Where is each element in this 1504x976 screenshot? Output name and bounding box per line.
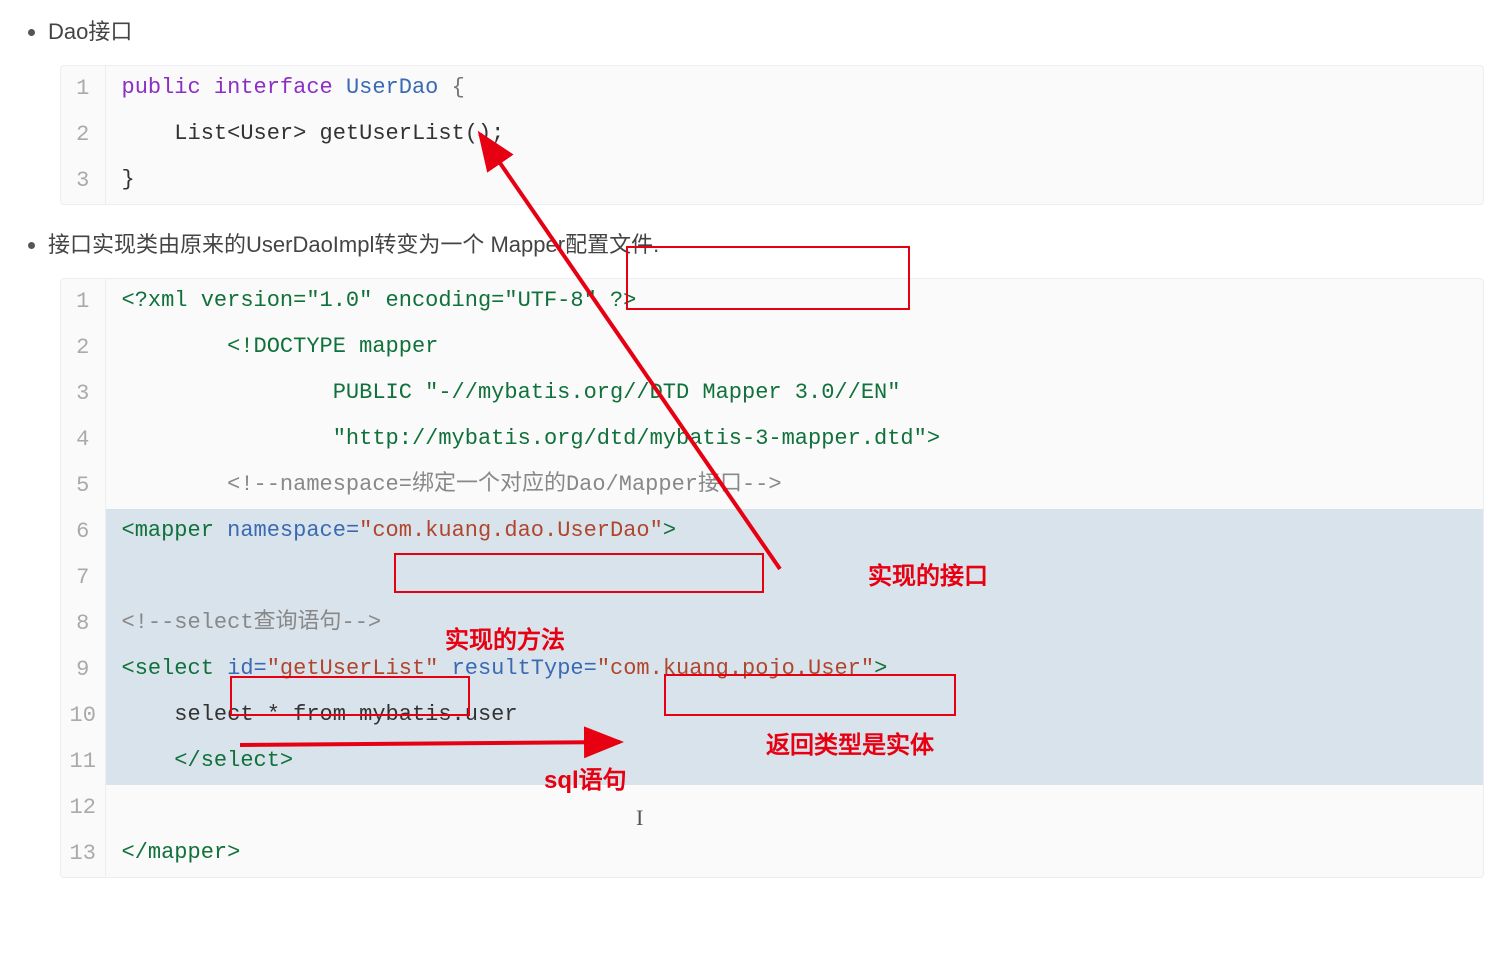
bullet-mapper: 接口实现类由原来的UserDaoImpl转变为一个 Mapper配置文件.: [48, 227, 1484, 262]
code-block-xml: 1<?xml version="1.0" encoding="UTF-8" ?>…: [60, 278, 1484, 878]
text-cursor-icon: I: [636, 800, 643, 835]
code-block-java: 1public interface UserDao { 2 List<User>…: [60, 65, 1484, 205]
document-wrap: Dao接口 1public interface UserDao { 2 List…: [20, 14, 1484, 878]
bullet-dao: Dao接口: [48, 14, 1484, 49]
